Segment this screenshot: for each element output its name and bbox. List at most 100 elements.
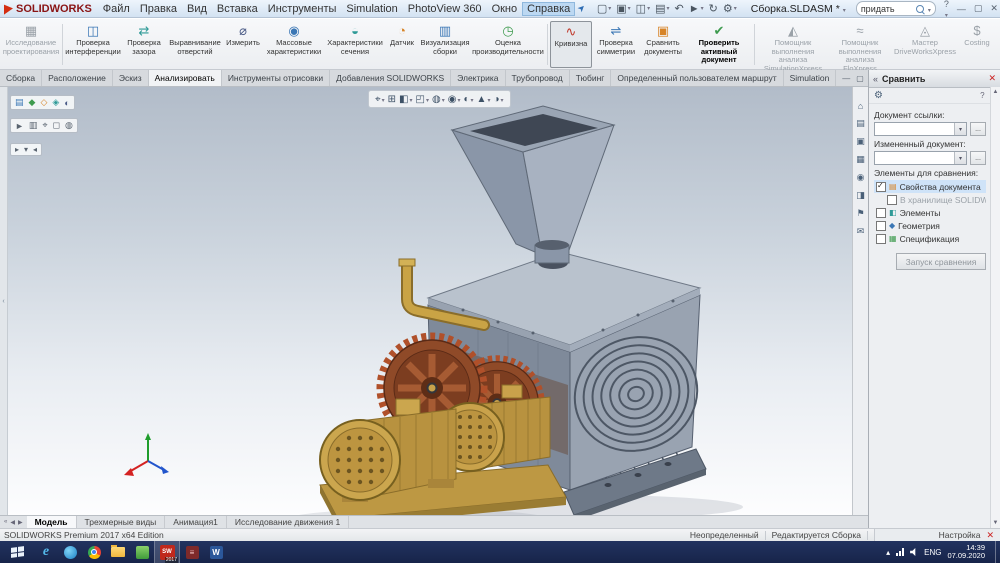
ribbon-button-design-study[interactable]: ▦ Исследование проектирования bbox=[2, 21, 60, 68]
undo-button[interactable]: ↶ bbox=[673, 2, 686, 15]
taskbar-clock[interactable]: 14:39 07.09.2020 bbox=[947, 543, 985, 561]
view-settings-button[interactable]: ◑ bbox=[493, 94, 503, 105]
menu-simulation[interactable]: Simulation bbox=[341, 2, 402, 16]
hidden-icons-chevron[interactable] bbox=[886, 548, 890, 557]
tab-model[interactable]: Модель bbox=[26, 516, 77, 528]
taskbar-ie[interactable]: e bbox=[34, 541, 58, 563]
print-button[interactable]: ▤ bbox=[653, 2, 671, 15]
appearance-filter-icon[interactable]: ◍ bbox=[65, 120, 73, 131]
ribbon-button-assembly-visualization[interactable]: ▥ Визуализация сборки bbox=[419, 21, 471, 68]
tab-tubing[interactable]: Тюбинг bbox=[570, 70, 612, 86]
taskbar-explorer[interactable] bbox=[106, 541, 130, 563]
3d-model-crusher-assembly[interactable] bbox=[8, 87, 852, 515]
checkbox-row-features[interactable]: ◧ Элементы bbox=[874, 206, 986, 219]
taskbar-word[interactable]: W bbox=[204, 541, 228, 563]
next-tab-icon[interactable] bbox=[18, 519, 23, 526]
ribbon-button-floxpress[interactable]: ≈ Помощник выполнения анализа FloXpress bbox=[829, 21, 891, 72]
menu-edit[interactable]: Правка bbox=[135, 2, 182, 16]
pin-tree-icon[interactable]: ◂ bbox=[33, 145, 37, 154]
displaymanager-icon[interactable]: ◐ bbox=[64, 98, 69, 108]
tab-simulation[interactable]: Simulation bbox=[784, 70, 837, 86]
collapse-tree-icon[interactable] bbox=[2, 298, 4, 305]
tab-electrical[interactable]: Электрика bbox=[451, 70, 506, 86]
tab-sketch[interactable]: Эскиз bbox=[113, 70, 149, 86]
dimxpert-icon[interactable]: ◈ bbox=[52, 97, 59, 108]
ribbon-button-simulationxpress[interactable]: ◭ Помощник выполнения анализа Simulation… bbox=[757, 21, 829, 72]
ribbon-button-measure[interactable]: ⌀ Измерить bbox=[223, 21, 263, 68]
expand-panel-icon[interactable] bbox=[873, 74, 878, 84]
featuremanager-splitter[interactable] bbox=[0, 87, 8, 515]
first-tab-icon[interactable] bbox=[4, 519, 7, 525]
expand-tree-icon[interactable]: ▸ bbox=[15, 145, 19, 154]
menubar-pin-icon[interactable]: ➤ bbox=[575, 2, 588, 15]
appearances-icon[interactable]: ◉ bbox=[857, 172, 865, 183]
task-pane-scrollbar[interactable] bbox=[990, 87, 1000, 528]
tab-animation1[interactable]: Анимация1 bbox=[165, 516, 227, 528]
taskbar-solidworks[interactable]: SW 2017 bbox=[154, 541, 180, 563]
ribbon-button-section-properties[interactable]: ◒ Характеристики сечения bbox=[325, 21, 385, 68]
solidworks-forum-icon[interactable]: ✉ bbox=[857, 226, 865, 237]
ribbon-button-driveworksxpress[interactable]: ◬ Мастер DriveWorksXpress bbox=[891, 21, 959, 68]
hopper[interactable] bbox=[450, 105, 616, 264]
search-icon[interactable] bbox=[915, 4, 924, 13]
tab-user-defined-route[interactable]: Определенный пользователем маршрут bbox=[611, 70, 784, 86]
menu-window[interactable]: Окно bbox=[487, 2, 523, 16]
hide-show-items-button[interactable]: ◉ bbox=[448, 94, 461, 105]
zoom-area-button[interactable]: ⊞ bbox=[388, 94, 396, 105]
ribbon-button-clearance-check[interactable]: ⇄ Проверка зазора bbox=[121, 21, 167, 68]
run-comparison-button[interactable]: Запуск сравнения bbox=[896, 253, 986, 270]
menu-file[interactable]: Файл bbox=[98, 2, 135, 16]
reference-document-browse-button[interactable]: ... bbox=[970, 122, 986, 136]
configurationmanager-icon[interactable]: ◇ bbox=[40, 97, 47, 108]
collapse-tree-icon[interactable]: ▾ bbox=[24, 145, 28, 154]
ribbon-button-sensor[interactable]: ◔ Датчик bbox=[385, 21, 419, 68]
select-button[interactable]: ► bbox=[687, 3, 706, 15]
file-explorer-icon[interactable]: ▣ bbox=[856, 136, 865, 147]
document-minimize-button[interactable]: — bbox=[842, 74, 850, 83]
document-properties-checkbox[interactable] bbox=[876, 181, 886, 192]
customize-text[interactable]: Настройка bbox=[939, 530, 981, 540]
document-title[interactable]: Сборка.SLDASM * bbox=[751, 3, 846, 15]
new-document-button[interactable]: ▢ bbox=[595, 2, 613, 15]
scroll-down-icon[interactable] bbox=[993, 520, 999, 526]
ribbon-button-hole-alignment[interactable]: Выравнивание отверстий bbox=[167, 21, 223, 68]
compare-settings-icon[interactable] bbox=[874, 90, 883, 101]
language-indicator[interactable]: ENG bbox=[924, 548, 941, 557]
featuremanager-tree-icon[interactable]: ▤ bbox=[15, 97, 24, 108]
taskbar-winrar[interactable]: ≡ bbox=[180, 541, 204, 563]
checkbox-row-document-properties[interactable]: ▤ Свойства документа bbox=[874, 180, 986, 193]
section-view-button[interactable]: ◧ bbox=[399, 94, 412, 105]
show-desktop-button[interactable] bbox=[995, 541, 1000, 563]
pdm-vault-checkbox[interactable] bbox=[887, 194, 897, 205]
custom-properties-icon[interactable]: ⚑ bbox=[856, 208, 864, 219]
taskbar-green-app[interactable] bbox=[130, 541, 154, 563]
combo-dropdown-icon[interactable] bbox=[954, 123, 966, 135]
checkbox-row-geometry[interactable]: ◆ Геометрия bbox=[874, 219, 986, 232]
propertymanager-icon[interactable]: ◆ bbox=[29, 97, 36, 108]
ribbon-button-mass-properties[interactable]: ◉ Массовые характеристики bbox=[263, 21, 325, 68]
menu-insert[interactable]: Вставка bbox=[212, 2, 263, 16]
open-document-button[interactable]: ▣ bbox=[614, 2, 632, 15]
display-style-button[interactable]: ◍ bbox=[432, 94, 445, 105]
ribbon-button-compare-documents[interactable]: ▣ Сравнить документы bbox=[640, 21, 686, 68]
checkbox-row-bom[interactable]: ▦ Спецификация bbox=[874, 232, 986, 245]
statusbar-close-icon[interactable] bbox=[986, 530, 994, 541]
menu-view[interactable]: Вид bbox=[182, 2, 212, 16]
combo-dropdown-icon[interactable] bbox=[954, 152, 966, 164]
rebuild-button[interactable]: ↻ bbox=[707, 2, 720, 15]
search-input[interactable] bbox=[860, 3, 913, 14]
features-checkbox[interactable] bbox=[876, 207, 886, 218]
hierarchy-icon[interactable]: ▥ bbox=[29, 120, 38, 131]
tab-render-tools[interactable]: Инструменты отрисовки bbox=[222, 70, 331, 86]
volume-icon[interactable] bbox=[910, 548, 916, 556]
close-panel-icon[interactable] bbox=[988, 73, 996, 84]
taskbar-edge[interactable] bbox=[58, 541, 82, 563]
menu-photoview[interactable]: PhotoView 360 bbox=[403, 2, 487, 16]
tab-layout[interactable]: Расположение bbox=[42, 70, 113, 86]
compare-help-icon[interactable] bbox=[980, 91, 984, 100]
tab-assembly[interactable]: Сборка bbox=[0, 70, 43, 86]
scroll-up-icon[interactable] bbox=[993, 89, 999, 95]
document-title-dropdown-icon[interactable] bbox=[842, 3, 846, 15]
scenes-icon[interactable]: ◨ bbox=[856, 190, 865, 201]
bom-checkbox[interactable] bbox=[876, 233, 886, 244]
